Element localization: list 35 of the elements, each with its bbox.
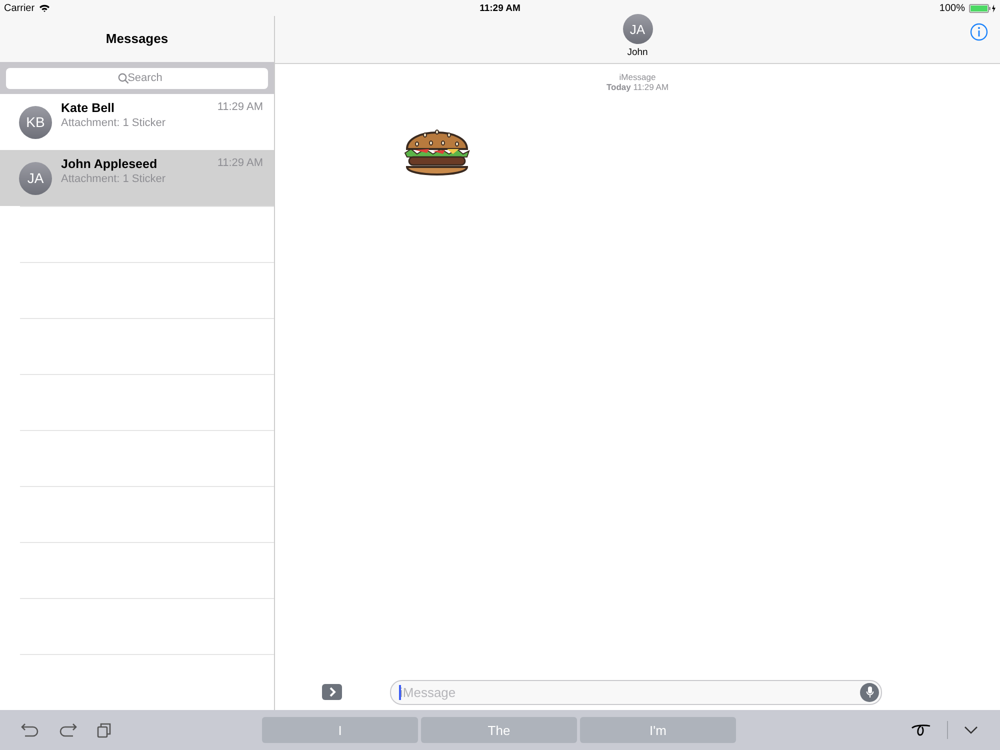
message-input-field[interactable]: iMessage — [390, 680, 882, 704]
search-icon — [118, 72, 129, 84]
message-preview: Attachment: 1 Sticker — [61, 173, 167, 185]
contact-name: Kate Bell — [61, 101, 114, 115]
undo-icon[interactable] — [21, 723, 39, 737]
chevron-down-icon[interactable] — [964, 726, 978, 734]
chevron-right-icon — [328, 687, 336, 697]
service-label: iMessage — [619, 72, 656, 82]
paste-icon[interactable] — [97, 722, 111, 738]
battery-percent: 100% — [939, 2, 965, 14]
redo-icon[interactable] — [59, 723, 77, 737]
carrier-name: Carrier — [4, 2, 35, 14]
message-time: 11:29 AM — [217, 157, 263, 171]
contact-avatar[interactable]: JA — [622, 14, 652, 44]
contact-name: John — [627, 47, 648, 58]
contact-avatar: KB — [19, 106, 52, 138]
wifi-icon — [38, 4, 50, 12]
sidebar-title: Messages — [106, 30, 168, 46]
conversation-item[interactable]: JA John Appleseed 11:29 AM Attachment: 1 Sticker — [0, 150, 274, 206]
word-suggestion[interactable]: I — [262, 717, 418, 743]
word-suggestion[interactable]: The — [421, 717, 577, 743]
message-preview: Attachment: 1 Sticker — [61, 117, 167, 129]
message-time: 11:29 AM — [217, 101, 263, 115]
word-suggestion[interactable]: I'm — [580, 717, 736, 743]
search-field[interactable]: Search — [6, 68, 268, 89]
microphone-icon — [866, 686, 874, 698]
contact-avatar: JA — [19, 162, 52, 194]
battery-charging-icon — [969, 4, 996, 12]
expand-button[interactable] — [322, 684, 342, 700]
info-icon[interactable] — [970, 23, 988, 41]
conversation-item[interactable]: KB Kate Bell 11:29 AM Attachment: 1 Sticker — [0, 94, 274, 150]
status-time: 11:29 AM — [480, 2, 520, 14]
handwriting-icon[interactable] — [911, 724, 931, 736]
message-timestamp: Today 11:29 AM — [606, 82, 669, 92]
contact-name: John Appleseed — [61, 157, 158, 171]
